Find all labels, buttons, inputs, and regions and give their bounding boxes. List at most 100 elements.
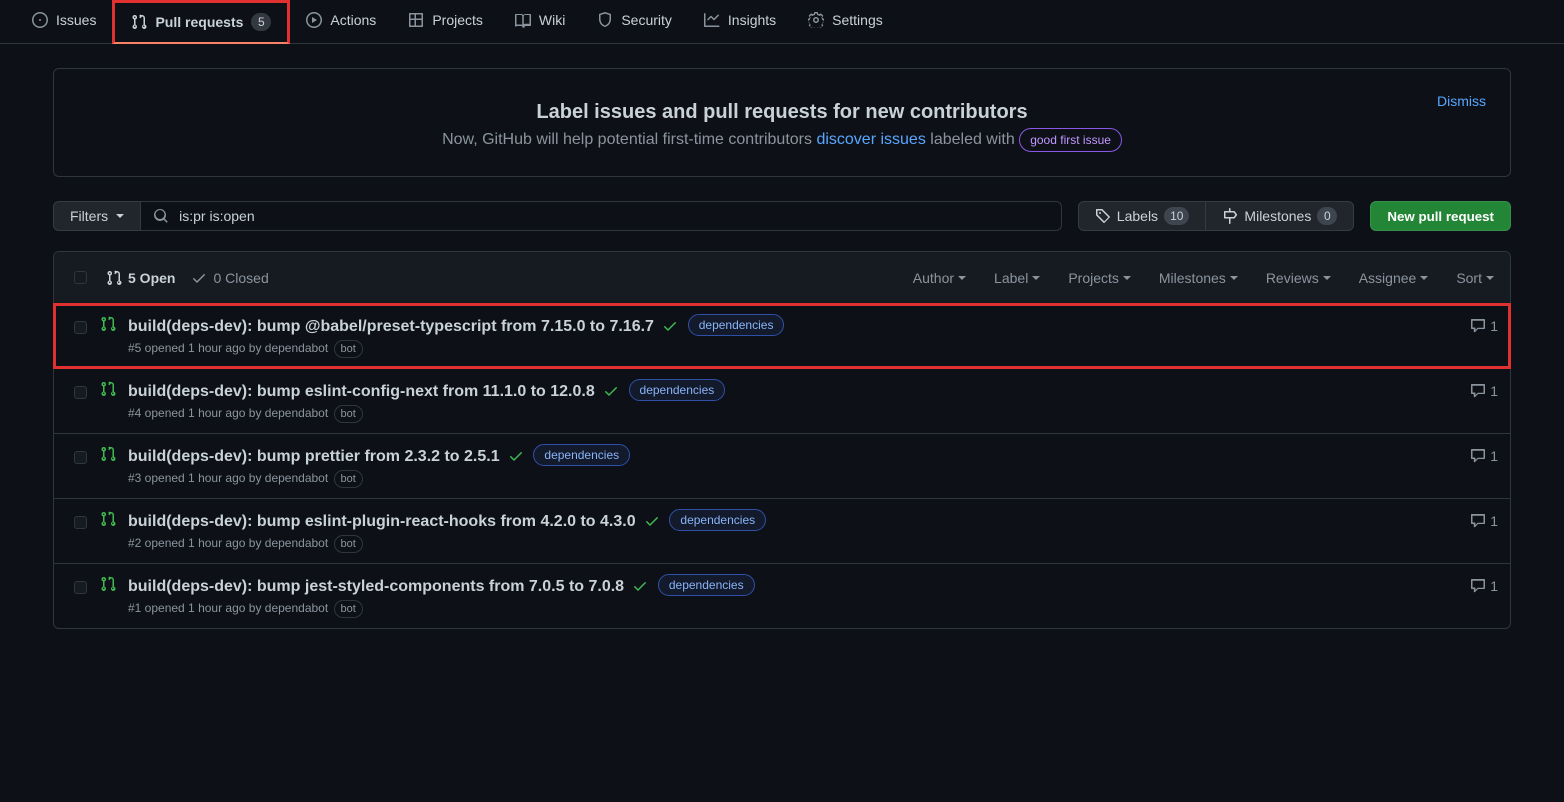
pr-meta: #1 opened 1 hour ago by dependabot bot (128, 600, 1470, 618)
pr-list-header: 5 Open 0 Closed Author Label Projects Mi… (54, 252, 1510, 304)
row-checkbox[interactable] (74, 581, 87, 594)
filter-assignee[interactable]: Assignee (1359, 270, 1429, 286)
comment-icon (1470, 318, 1486, 334)
filter-milestones[interactable]: Milestones (1159, 270, 1238, 286)
pr-meta: #4 opened 1 hour ago by dependabot bot (128, 405, 1470, 423)
comment-icon (1470, 448, 1486, 464)
pr-open-icon (100, 576, 116, 592)
comment-icon (1470, 383, 1486, 399)
dependencies-label[interactable]: dependencies (658, 574, 755, 596)
pr-open-icon (100, 381, 116, 397)
search-box[interactable] (141, 201, 1062, 231)
gear-icon (808, 12, 824, 28)
pr-author[interactable]: dependabot (265, 536, 328, 550)
pr-row: build(deps-dev): bump prettier from 2.3.… (54, 433, 1510, 498)
dependencies-label[interactable]: dependencies (669, 509, 766, 531)
pr-meta: #5 opened 1 hour ago by dependabot bot (128, 340, 1470, 358)
dependencies-label[interactable]: dependencies (533, 444, 630, 466)
dependencies-label[interactable]: dependencies (688, 314, 785, 336)
pr-title-link[interactable]: build(deps-dev): bump eslint-plugin-reac… (128, 513, 636, 530)
filter-reviews[interactable]: Reviews (1266, 270, 1331, 286)
status-success-icon (644, 513, 660, 529)
filter-author[interactable]: Author (913, 270, 966, 286)
labels-count: 10 (1164, 207, 1189, 225)
status-success-icon (603, 383, 619, 399)
filter-projects[interactable]: Projects (1068, 270, 1131, 286)
pr-author[interactable]: dependabot (265, 471, 328, 485)
book-icon (515, 12, 531, 28)
search-input[interactable] (177, 207, 1049, 225)
filter-sort[interactable]: Sort (1456, 270, 1494, 286)
open-state[interactable]: 5 Open (106, 270, 175, 286)
filters-button[interactable]: Filters (53, 201, 141, 231)
nav-label: Pull requests (155, 14, 243, 30)
pr-open-icon (100, 511, 116, 527)
check-icon (191, 270, 207, 286)
bot-badge: bot (334, 340, 363, 358)
comment-icon (1470, 578, 1486, 594)
select-all-checkbox[interactable] (74, 271, 87, 284)
nav-label: Actions (330, 12, 376, 28)
dismiss-link[interactable]: Dismiss (1437, 93, 1486, 109)
pr-meta: #3 opened 1 hour ago by dependabot bot (128, 470, 1470, 488)
status-success-icon (508, 448, 524, 464)
nav-label: Issues (56, 12, 96, 28)
milestones-button[interactable]: Milestones 0 (1206, 201, 1354, 231)
bot-badge: bot (334, 470, 363, 488)
issue-icon (32, 12, 48, 28)
pr-row: build(deps-dev): bump eslint-plugin-reac… (54, 498, 1510, 563)
banner-title: Label issues and pull requests for new c… (78, 101, 1486, 124)
first-time-banner: Dismiss Label issues and pull requests f… (53, 68, 1511, 177)
pr-icon (106, 270, 122, 286)
pr-row: build(deps-dev): bump jest-styled-compon… (54, 563, 1510, 628)
pr-open-icon (100, 316, 116, 332)
row-checkbox[interactable] (74, 321, 87, 334)
nav-projects[interactable]: Projects (392, 0, 499, 43)
comments-link[interactable]: 1 (1470, 578, 1498, 594)
nav-settings[interactable]: Settings (792, 0, 899, 43)
comments-link[interactable]: 1 (1470, 448, 1498, 464)
row-checkbox[interactable] (74, 451, 87, 464)
nav-label: Insights (728, 12, 776, 28)
pr-author[interactable]: dependabot (265, 601, 328, 615)
status-success-icon (632, 578, 648, 594)
pr-title-link[interactable]: build(deps-dev): bump prettier from 2.3.… (128, 448, 500, 465)
new-pull-request-button[interactable]: New pull request (1370, 201, 1511, 231)
nav-label: Wiki (539, 12, 565, 28)
table-icon (408, 12, 424, 28)
labels-button[interactable]: Labels 10 (1078, 201, 1207, 231)
row-checkbox[interactable] (74, 516, 87, 529)
repo-nav: Issues Pull requests5 Actions Projects Wiki S… (0, 0, 1564, 44)
row-checkbox[interactable] (74, 386, 87, 399)
comments-link[interactable]: 1 (1470, 318, 1498, 334)
closed-state[interactable]: 0 Closed (191, 270, 268, 286)
nav-insights[interactable]: Insights (688, 0, 792, 43)
dependencies-label[interactable]: dependencies (629, 379, 726, 401)
nav-label: Projects (432, 12, 483, 28)
bot-badge: bot (334, 405, 363, 423)
pr-title-link[interactable]: build(deps-dev): bump eslint-config-next… (128, 383, 595, 400)
pr-title-link[interactable]: build(deps-dev): bump jest-styled-compon… (128, 578, 624, 595)
nav-pulls[interactable]: Pull requests5 (112, 0, 290, 44)
comments-link[interactable]: 1 (1470, 383, 1498, 399)
status-success-icon (662, 318, 678, 334)
shield-icon (597, 12, 613, 28)
pr-icon (131, 14, 147, 30)
filter-label[interactable]: Label (994, 270, 1040, 286)
pr-author[interactable]: dependabot (265, 406, 328, 420)
nav-security[interactable]: Security (581, 0, 688, 43)
nav-label: Security (621, 12, 672, 28)
comments-link[interactable]: 1 (1470, 513, 1498, 529)
pr-title-link[interactable]: build(deps-dev): bump @babel/preset-type… (128, 318, 654, 335)
good-first-issue-label: good first issue (1019, 128, 1122, 152)
graph-icon (704, 12, 720, 28)
nav-actions[interactable]: Actions (290, 0, 392, 43)
nav-issues[interactable]: Issues (16, 0, 112, 43)
pr-row: build(deps-dev): bump eslint-config-next… (54, 368, 1510, 433)
play-icon (306, 12, 322, 28)
discover-issues-link[interactable]: discover issues (816, 131, 925, 148)
nav-wiki[interactable]: Wiki (499, 0, 581, 43)
comment-icon (1470, 513, 1486, 529)
pr-author[interactable]: dependabot (265, 341, 328, 355)
pr-open-icon (100, 446, 116, 462)
